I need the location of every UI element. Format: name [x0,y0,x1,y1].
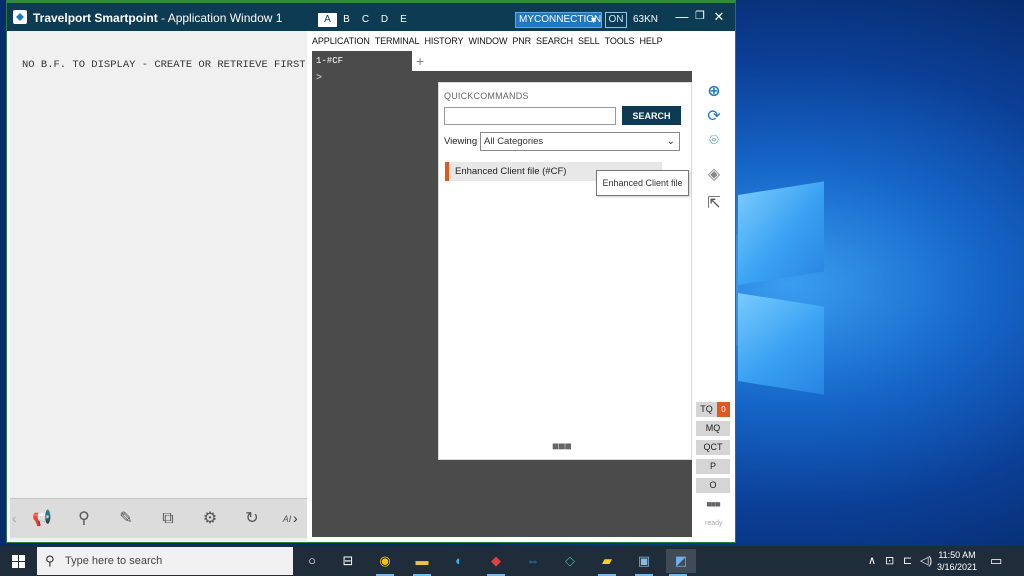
restore-icon[interactable]: ❐ [691,9,709,22]
windows-logo-wallpaper [538,181,824,395]
cortana-icon[interactable]: ○ [300,549,324,573]
magnifier-icon[interactable]: ⚲ [74,509,94,529]
category-select[interactable]: All Categories ⌄ [480,132,680,151]
window-title: Travelport Smartpoint - Application Wind… [33,11,283,25]
connection-select[interactable]: MYCONNECTION ▼ [515,12,602,28]
menu-search[interactable]: SEARCH [536,31,573,51]
mq-button[interactable]: MQ [696,421,730,436]
terminal-tab-strip: 1-#CF + [312,51,732,71]
notification-icon[interactable]: ▭ [990,553,1002,569]
network-icon[interactable]: ⊏ [903,554,912,567]
session-c[interactable]: C [356,13,375,27]
quickcommands-title: QUICKCOMMANDS [444,91,529,101]
tooltip: Enhanced Client file [596,170,689,196]
file-explorer-icon[interactable]: ▬ [410,549,434,576]
ticket-icon[interactable]: ◈ [703,164,725,186]
booking-file-pane: NO B.F. TO DISPLAY - CREATE OR RETRIEVE … [10,31,307,541]
teamviewer-icon[interactable]: ⇔ [521,549,545,573]
more-options-icon[interactable]: ■■■ [696,497,730,512]
layers-app-icon[interactable]: ◇ [558,549,582,573]
app-icon [13,10,27,24]
start-button[interactable] [0,546,36,576]
chrome-icon[interactable]: ◉ [373,549,397,576]
edge-icon[interactable]: ◐ [447,549,471,573]
scroll-right-icon[interactable]: › [293,510,305,526]
title-bar[interactable]: Travelport Smartpoint - Application Wind… [7,3,735,31]
clock-time: 11:50 AM [938,550,976,560]
smartpoint-task-icon[interactable]: ◩ [666,549,696,576]
status-text: ready [705,520,723,527]
session-a[interactable]: A [318,13,337,27]
refresh-icon[interactable]: ↻ [242,509,262,529]
pencil-icon[interactable]: ✎ [116,509,136,529]
booking-file-message: NO B.F. TO DISPLAY - CREATE OR RETRIEVE … [22,59,306,71]
menu-tools[interactable]: TOOLS [605,31,635,51]
chevron-down-icon: ▼ [589,15,598,25]
menu-pnr[interactable]: PNR [512,31,531,51]
task-view-icon[interactable]: ⊟ [336,549,360,573]
menu-help[interactable]: HELP [639,31,662,51]
session-d[interactable]: D [375,13,394,27]
pcc-label: 63KN [633,14,659,25]
scroll-left-icon[interactable]: ‹ [12,510,17,526]
search-placeholder: Type here to search [65,555,163,567]
session-tabs: A B C D E [318,13,413,27]
meet-now-icon[interactable]: ⊡ [885,554,894,567]
connection-on-toggle[interactable]: ON [605,12,627,28]
remote-desktop-icon[interactable]: ▣ [632,549,656,576]
sticky-notes-icon[interactable]: ▰ [595,549,619,576]
clock[interactable]: 11:50 AM 3/16/2021 [930,549,984,573]
sync-icon[interactable]: ⟳ [703,106,725,128]
p-button[interactable]: P [696,459,730,474]
taskbar-search[interactable]: ⚲ Type here to search [37,547,293,575]
gear-icon[interactable]: ⚙ [200,509,220,529]
map-pin-icon[interactable]: ⌾ [703,130,725,152]
viewing-label: Viewing [444,136,478,147]
external-link-icon[interactable]: ⇱ [703,193,725,215]
terminal-tab[interactable]: 1-#CF [312,51,412,71]
right-sidebar: ⊕ ⟳ ⌾ ◈ ⇱ TQ 0 MQ QCT P O ■■■ ready [693,51,735,541]
more-options-icon[interactable]: ■■■ [552,439,572,453]
chevron-up-icon[interactable]: ∧ [868,554,876,567]
smartpoint-window: Travelport Smartpoint - Application Wind… [6,0,736,543]
menu-terminal[interactable]: TERMINAL [375,31,420,51]
qct-button[interactable]: QCT [696,440,730,455]
tq-count-badge: 0 [717,402,730,417]
menu-window[interactable]: WINDOW [468,31,507,51]
o-button[interactable]: O [696,478,730,493]
clock-date: 3/16/2021 [936,562,978,572]
anydesk-icon[interactable]: ◆ [484,549,508,576]
hash-icon[interactable]: ⊕ [703,81,725,103]
booking-file-toolbar: ‹ 📢 ⚲ ✎ ⧉ ⚙ ↻ AI › [10,498,307,538]
ai-icon[interactable]: AI [280,509,294,529]
session-b[interactable]: B [337,13,356,27]
taskbar: ⚲ Type here to search ○ ⊟ ◉ ▬ ◐ ◆ ⇔ ◇ ▰ … [0,546,1024,576]
session-e[interactable]: E [394,13,413,27]
menu-bar: APPLICATION TERMINAL HISTORY WINDOW PNR … [311,31,735,51]
close-icon[interactable]: ✕ [710,9,728,25]
chevron-down-icon: ⌄ [666,136,675,147]
minimize-icon[interactable]: — [673,9,691,24]
tq-button[interactable]: TQ [696,402,717,417]
menu-history[interactable]: HISTORY [424,31,463,51]
quickcommands-panel: QUICKCOMMANDS SEARCH Viewing All Categor… [439,83,691,459]
add-tab-icon[interactable]: + [416,53,424,69]
megaphone-icon[interactable]: 📢 [32,509,52,529]
quickcommands-search-input[interactable] [444,107,616,125]
terminal-prompt[interactable]: > [316,73,322,84]
menu-sell[interactable]: SELL [578,31,600,51]
copy-icon[interactable]: ⧉ [158,509,178,529]
search-icon: ⚲ [45,553,55,568]
quickcommands-search-button[interactable]: SEARCH [622,106,681,125]
menu-application[interactable]: APPLICATION [312,31,370,51]
